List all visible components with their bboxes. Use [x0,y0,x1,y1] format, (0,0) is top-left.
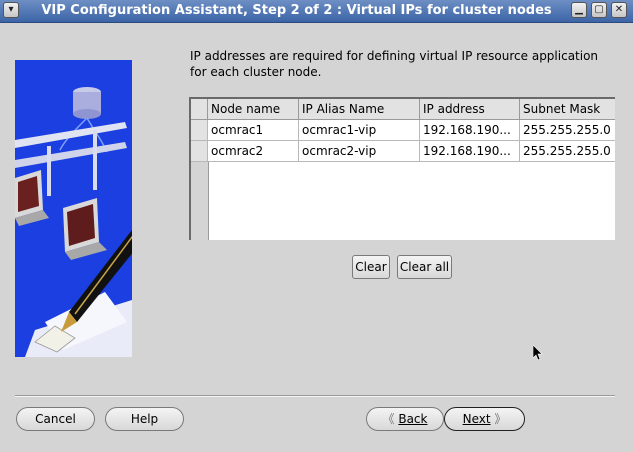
column-header[interactable]: Subnet Mask [520,99,615,120]
back-button-label: Back [398,412,428,426]
window-title: VIP Configuration Assistant, Step 2 of 2… [41,3,552,18]
back-button[interactable]: 《 Back [366,407,444,431]
network-pen-icon [15,87,132,357]
row-header[interactable] [191,141,208,162]
wizard-illustration [15,60,132,357]
column-header[interactable]: Node name [208,99,299,120]
chevron-right-icon: 》 [494,412,507,426]
cancel-button[interactable]: Cancel [16,407,95,431]
ip-address-cell[interactable]: 192.168.190... [420,141,520,162]
help-button[interactable]: Help [105,407,184,431]
node-name-cell[interactable]: ocmrac2 [208,141,299,162]
close-icon[interactable]: ✕ [611,2,627,18]
column-header[interactable]: IP Alias Name [299,99,420,120]
clear-button[interactable]: Clear [352,255,390,279]
mouse-cursor-icon [533,345,543,361]
next-button-label: Next [462,412,491,426]
row-header[interactable] [191,120,208,141]
table-header: Node name IP Alias Name IP address Subne… [191,99,615,120]
ip-address-cell[interactable]: 192.168.190... [420,120,520,141]
node-name-cell[interactable]: ocmrac1 [208,120,299,141]
subnet-mask-cell[interactable]: 255.255.255.0 [520,141,615,162]
empty-row-header-area [191,162,209,240]
chevron-left-icon: 《 [382,412,395,426]
table-row[interactable]: ocmrac1 ocmrac1-vip 192.168.190... 255.2… [191,120,615,141]
subnet-mask-cell[interactable]: 255.255.255.0 [520,120,615,141]
title-bar: ▾ VIP Configuration Assistant, Step 2 of… [0,0,633,23]
footer-separator [15,395,615,397]
ip-alias-cell[interactable]: ocmrac2-vip [299,141,420,162]
next-button[interactable]: Next 》 [444,407,525,431]
table-row[interactable]: ocmrac2 ocmrac2-vip 192.168.190... 255.2… [191,141,615,162]
ip-alias-cell[interactable]: ocmrac1-vip [299,120,420,141]
instructions-text: IP addresses are required for defining v… [190,49,599,79]
clear-all-button[interactable]: Clear all [397,255,452,279]
minimize-icon[interactable]: ▁ [571,2,587,18]
maximize-icon[interactable]: ▢ [591,2,607,18]
vip-table[interactable]: Node name IP Alias Name IP address Subne… [189,97,615,240]
column-header[interactable]: IP address [420,99,520,120]
window-menu-icon[interactable]: ▾ [3,2,19,18]
row-header-corner [191,99,208,120]
